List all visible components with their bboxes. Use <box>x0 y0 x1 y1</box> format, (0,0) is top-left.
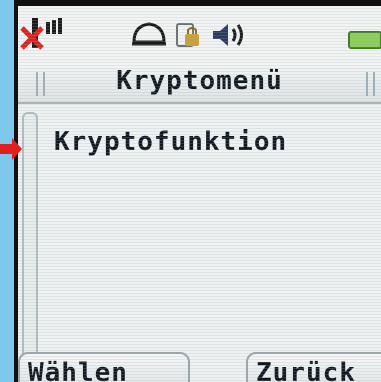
menu-list: Kryptofunktion <box>46 112 381 358</box>
keypad-lock-icon <box>176 23 199 47</box>
signal-icon <box>20 18 62 50</box>
softkey-bar: Wählen Zurück <box>18 352 381 382</box>
pointer-arrow-icon <box>0 138 22 160</box>
battery-icon <box>348 31 381 49</box>
title-grip-right <box>366 72 375 96</box>
ring-profile-icon <box>132 22 166 46</box>
page-title: Kryptomenü <box>116 66 283 96</box>
title-bar: Kryptomenü <box>18 62 381 104</box>
back-softkey[interactable]: Zurück <box>246 352 381 382</box>
scrollbar[interactable] <box>22 112 38 360</box>
status-bar <box>18 6 381 60</box>
select-softkey[interactable]: Wählen <box>18 352 190 382</box>
list-item-kryptofunktion[interactable]: Kryptofunktion <box>46 120 381 164</box>
phone-screen: Kryptomenü Kryptofunktion Wählen Zurück <box>18 6 381 382</box>
speaker-volume-icon <box>213 24 243 46</box>
